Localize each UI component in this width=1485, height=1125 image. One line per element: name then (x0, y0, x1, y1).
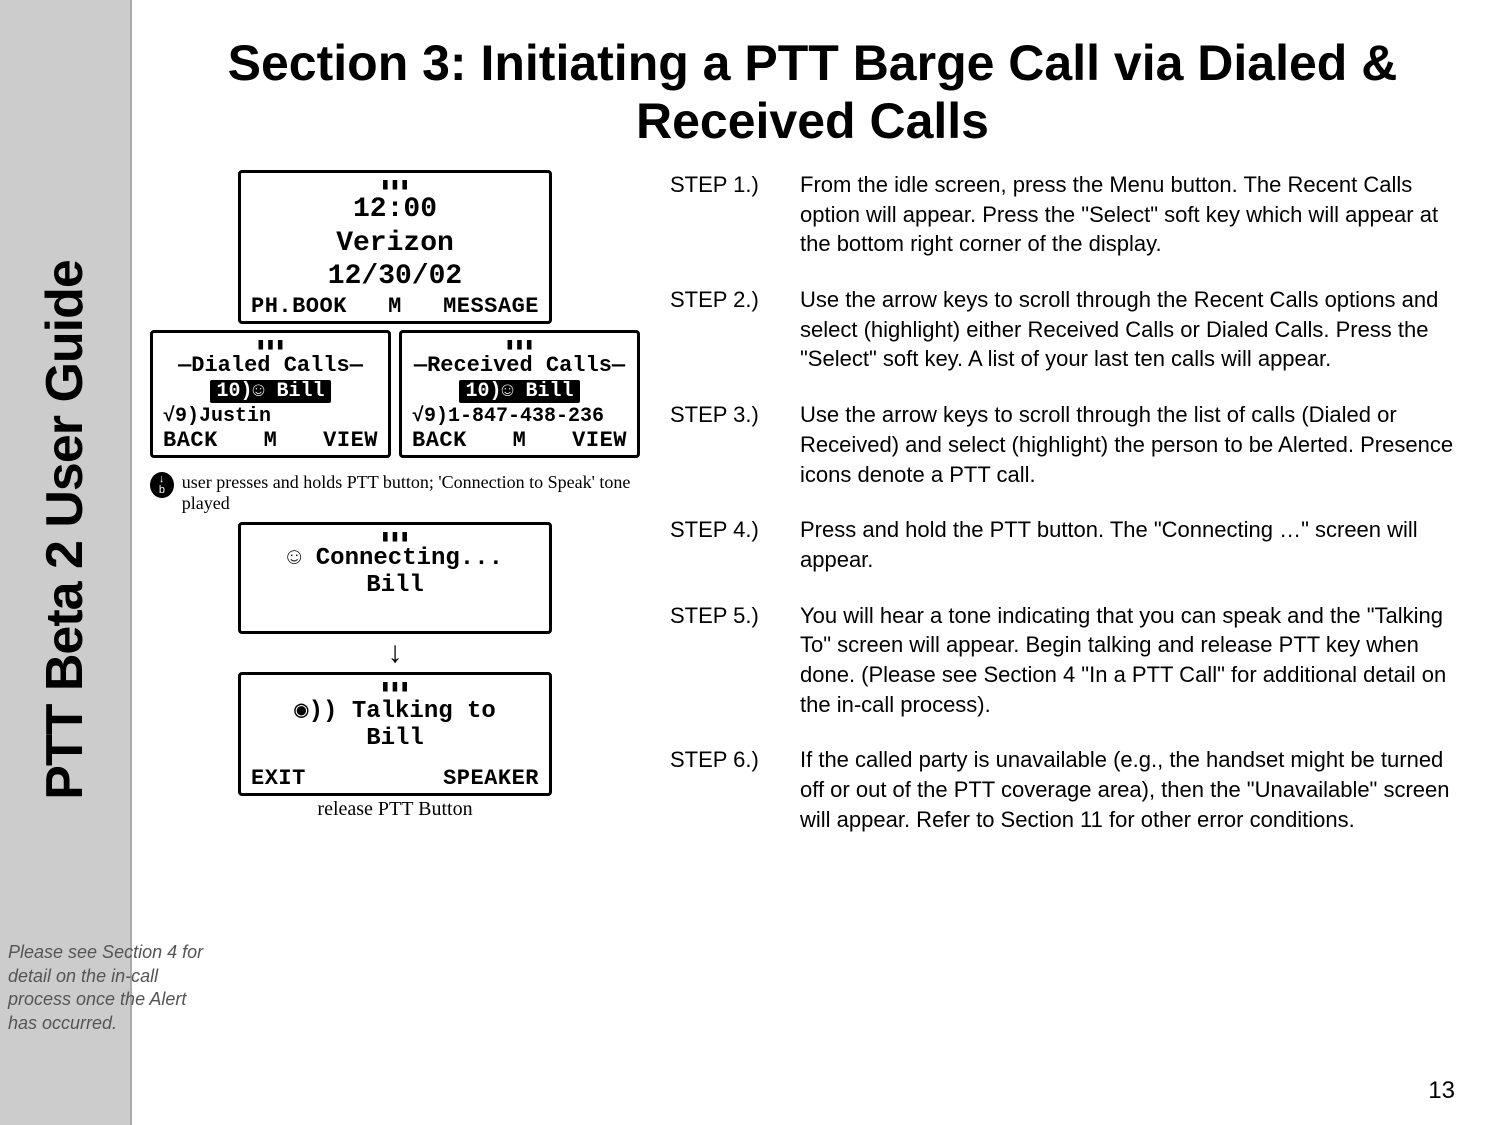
list-item[interactable]: 10)☺ Bill (459, 380, 579, 403)
softkey-menu[interactable]: M (264, 428, 278, 453)
release-caption: release PTT Button (150, 798, 640, 821)
dialed-header: —Dialed Calls— (157, 353, 384, 378)
step-label: STEP 3.) (670, 400, 800, 489)
press-note-text: user presses and holds PTT button; 'Conn… (182, 472, 640, 514)
signal-icon: ▮▮▮ (406, 337, 633, 353)
step-6: STEP 6.) If the called party is unavaila… (670, 745, 1465, 834)
softkey-exit[interactable]: EXIT (251, 766, 306, 791)
step-label: STEP 5.) (670, 601, 800, 720)
softkey-speaker[interactable]: SPEAKER (443, 766, 539, 791)
softkey-phbook[interactable]: PH.BOOK (251, 294, 347, 319)
page-number: 13 (1428, 1077, 1455, 1105)
step-text: You will hear a tone indicating that you… (800, 601, 1465, 720)
step-text: Press and hold the PTT button. The "Conn… (800, 515, 1465, 574)
step-label: STEP 1.) (670, 170, 800, 259)
step-2: STEP 2.) Use the arrow keys to scroll th… (670, 285, 1465, 374)
received-header: —Received Calls— (406, 353, 633, 378)
signal-icon: ▮▮▮ (245, 177, 545, 193)
list-item[interactable]: 10)☺ Bill (210, 380, 330, 403)
step-text: Use the arrow keys to scroll through the… (800, 400, 1465, 489)
idle-time: 12:00 (245, 193, 545, 227)
step-4: STEP 4.) Press and hold the PTT button. … (670, 515, 1465, 574)
step-1: STEP 1.) From the idle screen, press the… (670, 170, 1465, 259)
phone-idle-screen: ▮▮▮ 12:00 Verizon 12/30/02 PH.BOOK M MES… (238, 170, 552, 324)
softkey-back[interactable]: BACK (163, 428, 218, 453)
sidebar: PTT Beta 2 User Guide Please see Section… (0, 0, 132, 1125)
phone-connecting: ▮▮▮ ☺ Connecting... Bill (238, 522, 552, 634)
arrow-down-icon: ↓ (150, 638, 640, 668)
speaker-icon: ◉)) (294, 698, 352, 725)
steps-column: STEP 1.) From the idle screen, press the… (670, 170, 1475, 860)
step-label: STEP 6.) (670, 745, 800, 834)
step-text: If the called party is unavailable (e.g.… (800, 745, 1465, 834)
talking-line1: Talking to (352, 698, 496, 725)
step-5: STEP 5.) You will hear a tone indicating… (670, 601, 1465, 720)
signal-icon: ▮▮▮ (245, 529, 545, 545)
step-label: STEP 4.) (670, 515, 800, 574)
step-text: Use the arrow keys to scroll through the… (800, 285, 1465, 374)
softkey-view[interactable]: VIEW (323, 428, 378, 453)
graphic-column: ▮▮▮ 12:00 Verizon 12/30/02 PH.BOOK M MES… (150, 170, 640, 860)
idle-date: 12/30/02 (245, 260, 545, 294)
sidebar-note: Please see Section 4 for detail on the i… (8, 941, 208, 1035)
idle-carrier: Verizon (245, 227, 545, 261)
step-3: STEP 3.) Use the arrow keys to scroll th… (670, 400, 1465, 489)
ptt-icon: ↓b (150, 472, 174, 498)
list-item[interactable]: √9)Justin (157, 405, 384, 428)
signal-icon: ▮▮▮ (157, 337, 384, 353)
softkey-view[interactable]: VIEW (572, 428, 627, 453)
softkey-menu[interactable]: M (388, 294, 402, 319)
list-item[interactable]: √9)1-847-438-236 (406, 405, 633, 428)
softkey-back[interactable]: BACK (412, 428, 467, 453)
sidebar-title: PTT Beta 2 User Guide (35, 260, 95, 800)
phone-talking: ▮▮▮ ◉)) Talking to Bill EXIT SPEAKER (238, 672, 552, 796)
signal-icon: ▮▮▮ (245, 679, 545, 695)
press-ptt-note: ↓b user presses and holds PTT button; 'C… (150, 472, 640, 514)
phone-received-calls: ▮▮▮ —Received Calls— 10)☺ Bill √9)1-847-… (399, 330, 640, 458)
main: Section 3: Initiating a PTT Barge Call v… (150, 35, 1475, 860)
talking-line2: Bill (245, 725, 545, 752)
softkey-message[interactable]: MESSAGE (443, 294, 539, 319)
step-text: From the idle screen, press the Menu but… (800, 170, 1465, 259)
softkey-menu[interactable]: M (513, 428, 527, 453)
phone-dialed-calls: ▮▮▮ —Dialed Calls— 10)☺ Bill √9)Justin B… (150, 330, 391, 458)
connecting-line1: ☺ Connecting... (245, 545, 545, 572)
step-label: STEP 2.) (670, 285, 800, 374)
page-title: Section 3: Initiating a PTT Barge Call v… (150, 35, 1475, 150)
connecting-line2: Bill (245, 572, 545, 599)
